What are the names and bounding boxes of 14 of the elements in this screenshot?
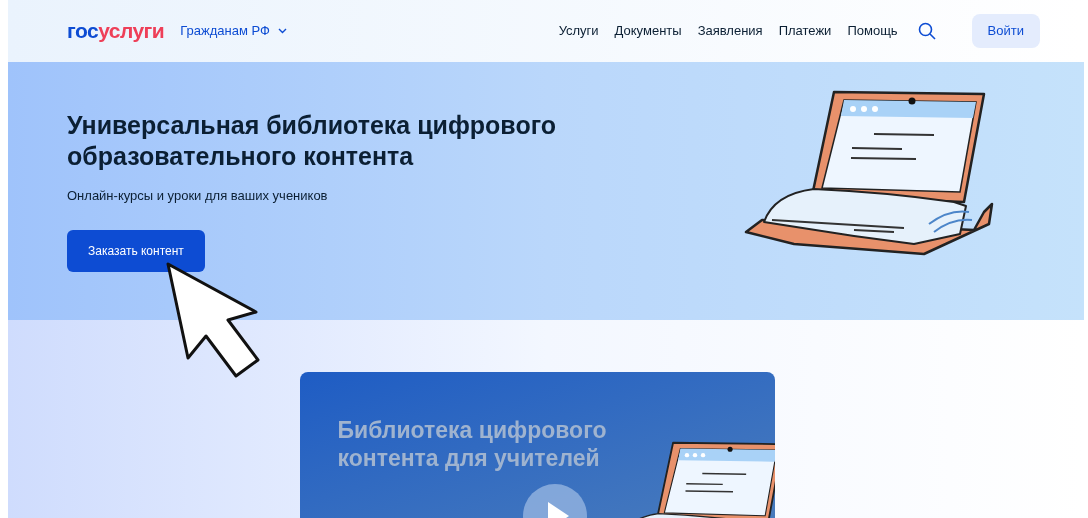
hero-title: Универсальная библиотека цифрового образовательного контента bbox=[67, 110, 558, 172]
nav-link[interactable]: Заявления bbox=[697, 21, 763, 41]
nav-link[interactable]: Помощь bbox=[847, 21, 898, 41]
hero-subtitle: Онлайн-курсы и уроки для ваших учеников bbox=[67, 187, 328, 205]
chevron-down-icon bbox=[277, 28, 287, 34]
nav-link[interactable]: Документы bbox=[614, 21, 682, 41]
nav-link[interactable]: Услуги bbox=[558, 21, 599, 41]
region-dropdown[interactable]: Гражданам РФ bbox=[180, 21, 287, 41]
logo[interactable]: госуслуги bbox=[67, 15, 165, 47]
login-button[interactable]: Войти bbox=[971, 14, 1040, 48]
nav-link[interactable]: Платежи bbox=[778, 21, 832, 41]
order-content-button[interactable]: Заказать контент bbox=[67, 229, 205, 272]
search-icon[interactable] bbox=[917, 22, 936, 40]
video-title: Библиотека цифрового контента для учителей bbox=[337, 416, 608, 472]
